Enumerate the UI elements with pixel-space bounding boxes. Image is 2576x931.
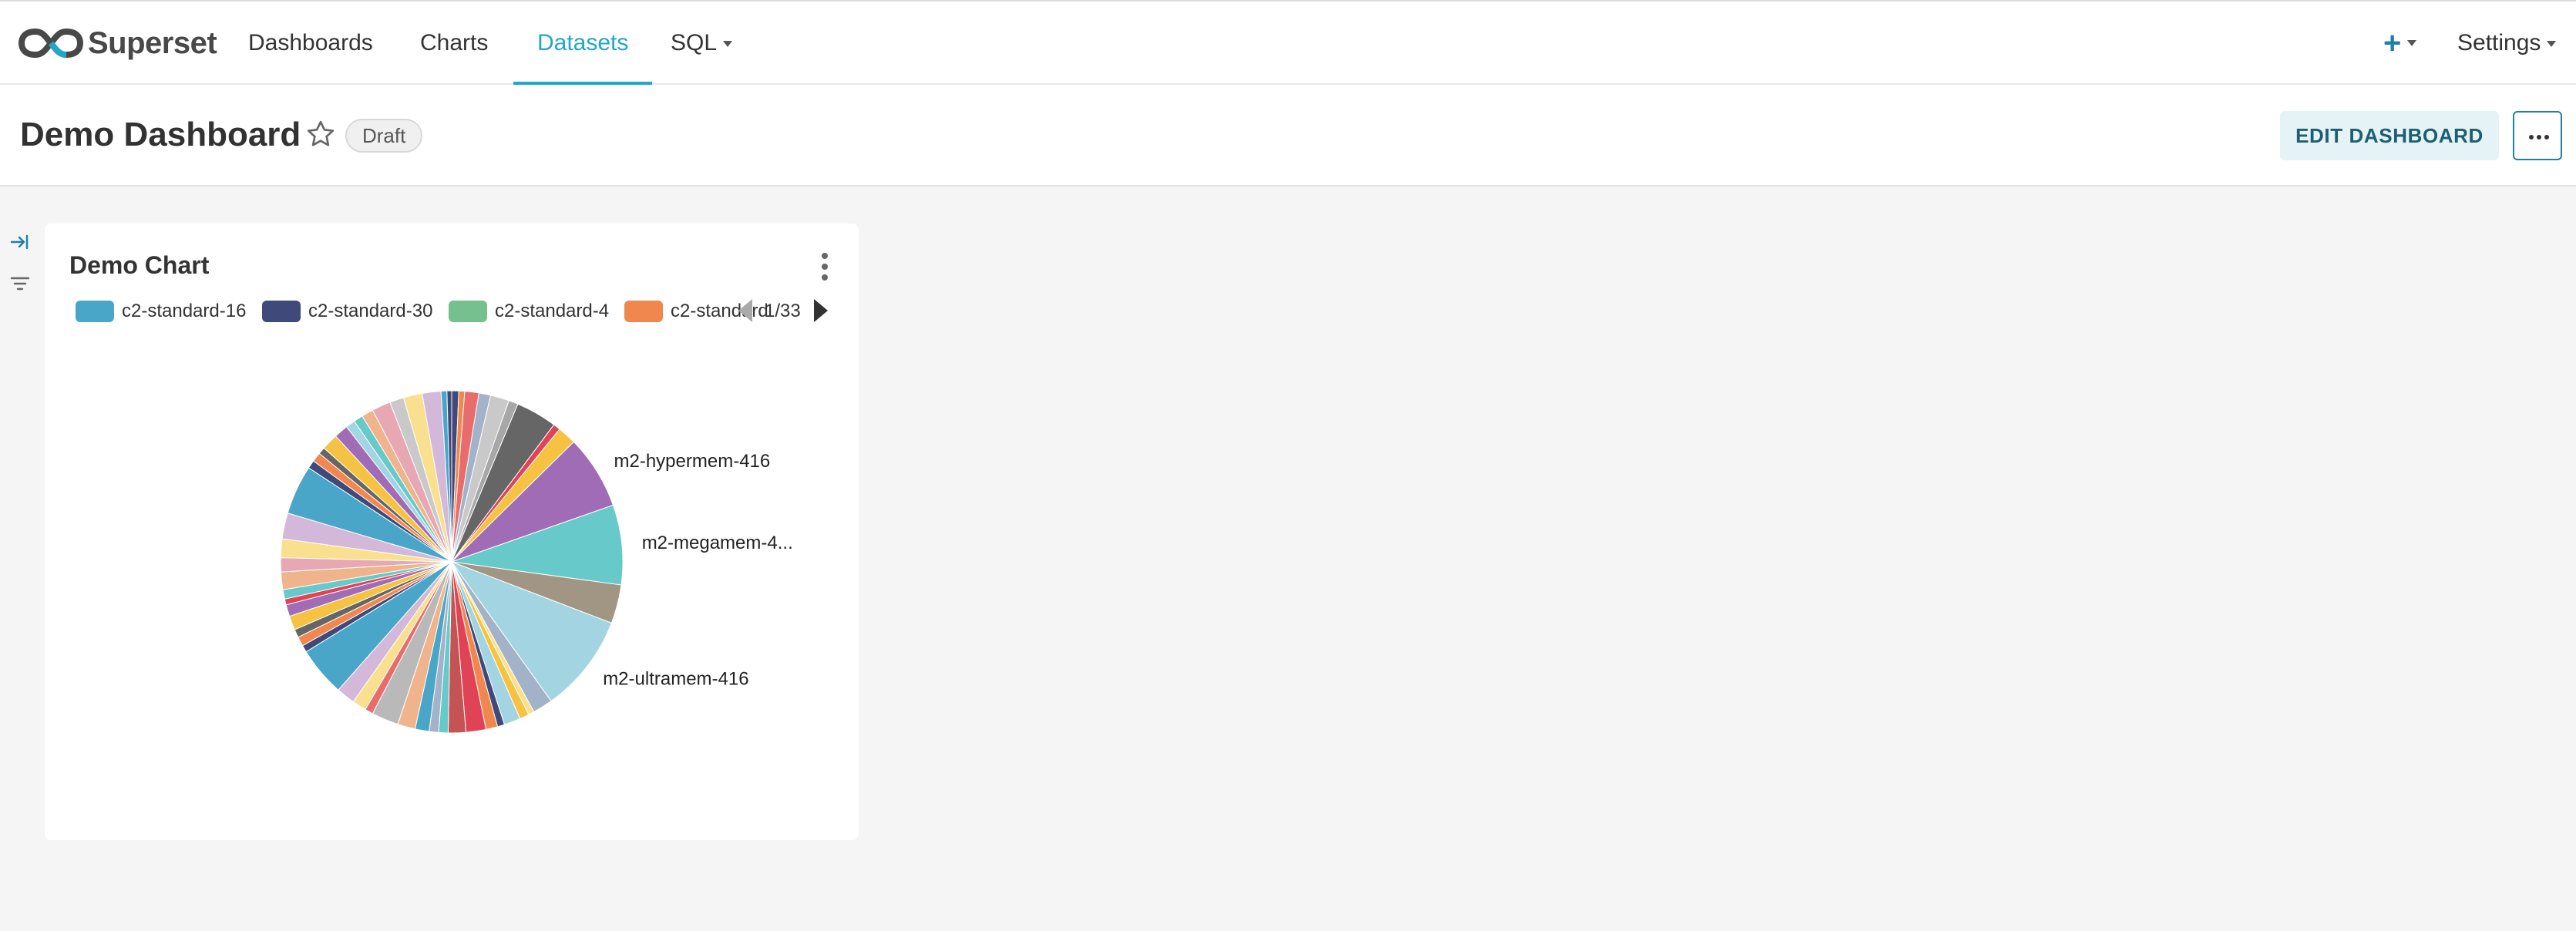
pie-slices (280, 390, 624, 734)
legend-next-page-icon[interactable] (814, 299, 828, 322)
nav-sql-label: SQL (671, 30, 718, 55)
dashboard-header: Demo Dashboard Draft EDIT DASHBOARD (0, 85, 2576, 187)
plus-icon: + (2383, 26, 2402, 60)
chart-card: Demo Chart c2-standard-16 c2-standard-30… (45, 224, 859, 840)
legend-label: c2-standard-60 (671, 301, 769, 321)
superset-logo-icon (18, 28, 83, 59)
legend-swatch (262, 301, 301, 322)
more-actions-button[interactable] (2513, 111, 2562, 160)
legend-label: c2-standard-16 (122, 301, 247, 321)
chevron-down-icon (723, 41, 733, 48)
pie-slice-label: m2-ultramem-416 (603, 669, 748, 690)
chart-menu-icon[interactable] (816, 251, 834, 282)
legend-page-indicator: 1/33 (765, 301, 801, 321)
dot-icon (2537, 135, 2541, 139)
dot-icon (822, 274, 828, 281)
chevron-down-icon (2407, 40, 2417, 46)
pie-slice-label: m2-hypermem-416 (614, 451, 771, 472)
legend-item[interactable]: c2-standard-30 (262, 297, 432, 325)
nav-sql[interactable]: SQL (671, 28, 733, 59)
pie-chart: m2-hypermem-416 m2-megamem-4... m2-ultrame… (280, 390, 793, 734)
chart-title[interactable]: Demo Chart (69, 251, 209, 280)
top-navbar: Superset Dashboards Charts Datasets SQL … (0, 0, 2576, 85)
pie-slice-label: m2-megamem-4... (642, 533, 793, 553)
legend-item[interactable]: c2-standard-4 (449, 297, 609, 325)
legend-swatch (449, 301, 487, 322)
dashboard-title[interactable]: Demo Dashboard (20, 116, 301, 154)
legend-swatch (76, 301, 114, 322)
dot-icon (822, 264, 828, 270)
settings-label: Settings (2457, 30, 2541, 55)
settings-menu[interactable]: Settings (2457, 28, 2557, 59)
nav-datasets[interactable]: Datasets (537, 28, 628, 59)
legend-label: c2-standard-4 (495, 301, 610, 321)
brand-logo[interactable]: Superset (18, 22, 217, 65)
dot-icon (822, 253, 828, 259)
expand-filters-icon[interactable] (9, 231, 31, 253)
star-icon[interactable] (305, 119, 336, 150)
legend-item[interactable]: c2-standard-16 (76, 297, 246, 325)
legend-label: c2-standard-30 (308, 301, 433, 321)
filter-icon[interactable] (9, 273, 31, 294)
pie-labels: m2-hypermem-416 m2-megamem-4... m2-ultrame… (603, 451, 793, 690)
new-item-menu[interactable]: + (2383, 26, 2417, 60)
dot-icon (2529, 135, 2534, 139)
brand-name: Superset (88, 25, 217, 60)
status-badge: Draft (345, 119, 423, 153)
legend-swatch (624, 301, 663, 322)
chevron-down-icon (2547, 41, 2557, 48)
nav-charts[interactable]: Charts (420, 28, 488, 59)
chart-legend: c2-standard-16 c2-standard-30 c2-standar… (76, 297, 769, 325)
dot-icon (2544, 135, 2549, 139)
nav-dashboards[interactable]: Dashboards (248, 28, 373, 59)
edit-dashboard-button[interactable]: EDIT DASHBOARD (2280, 111, 2499, 160)
legend-prev-page-icon[interactable] (738, 299, 752, 322)
